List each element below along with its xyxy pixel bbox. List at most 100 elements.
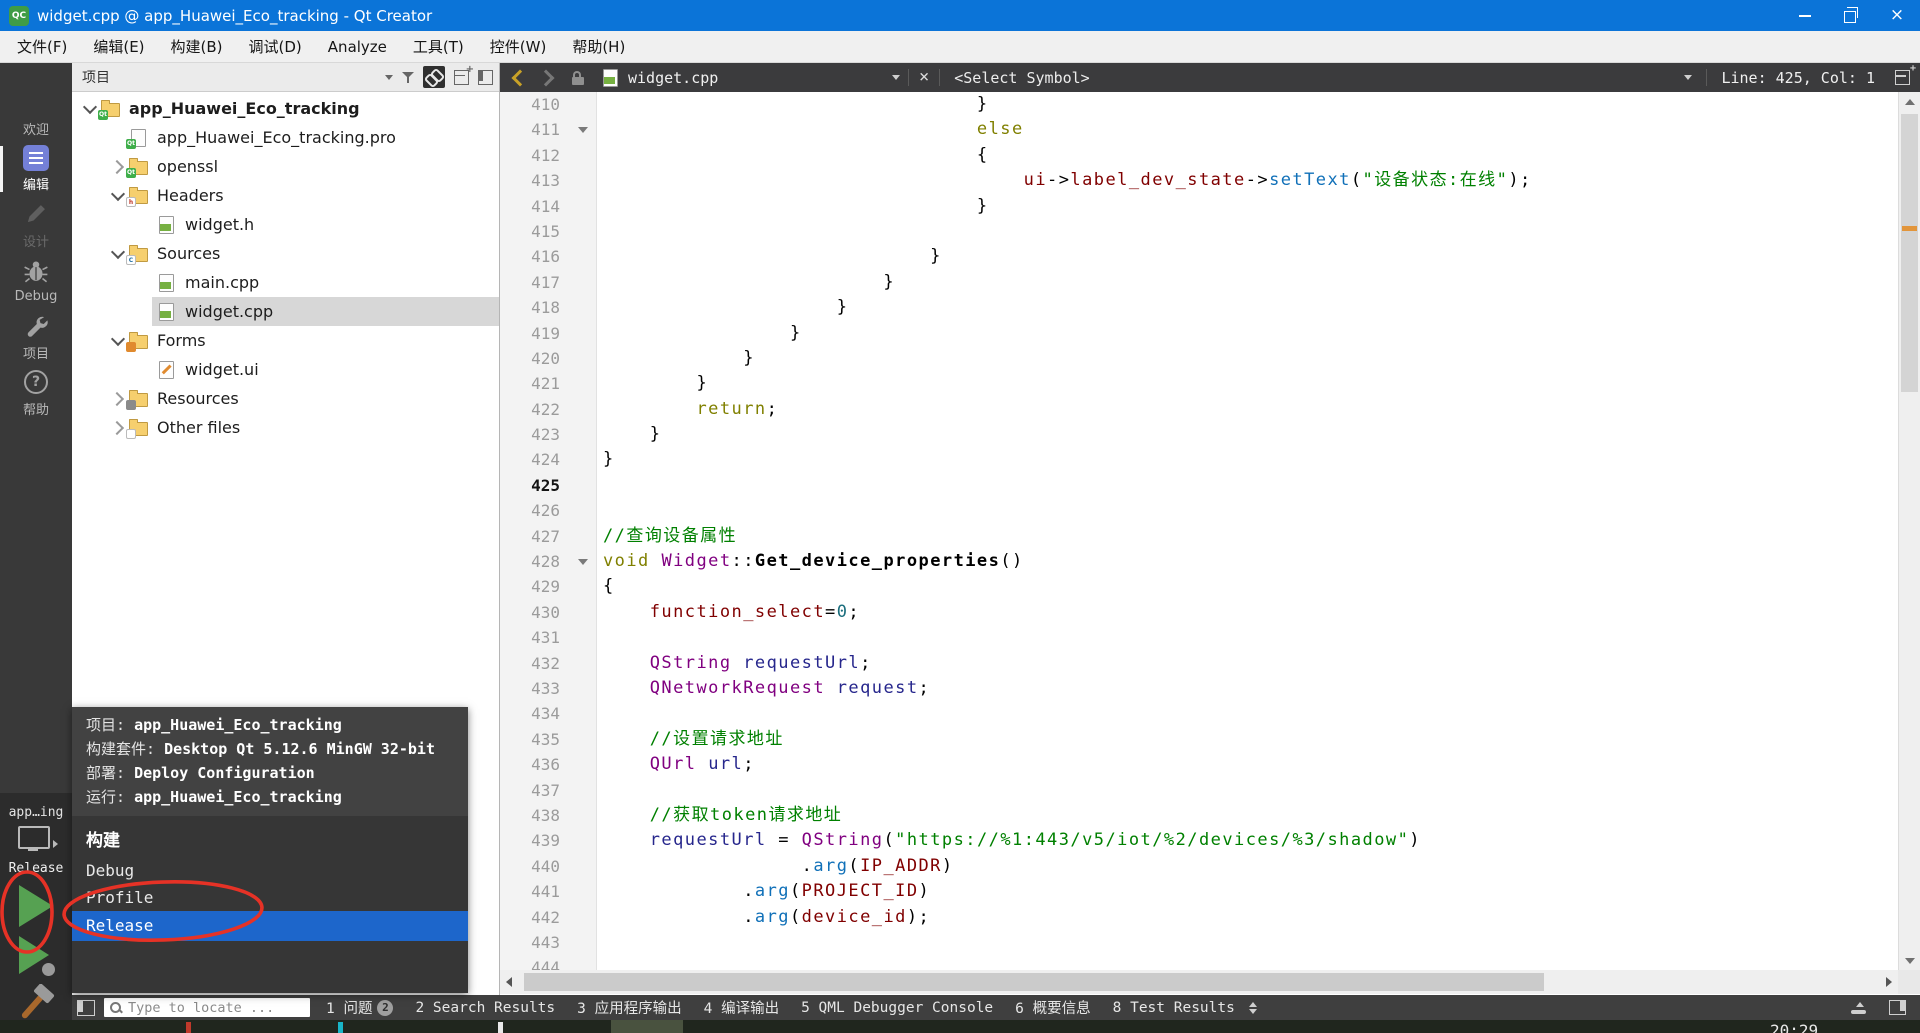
code-line[interactable]: 427 //查询设备属性 bbox=[500, 524, 1898, 549]
horizontal-scroll-thumb[interactable] bbox=[524, 973, 1544, 991]
filter-icon[interactable] bbox=[402, 71, 414, 83]
menu-item-帮助(H)[interactable]: 帮助(H) bbox=[559, 31, 638, 62]
code-text[interactable]: } bbox=[603, 422, 661, 447]
code-text[interactable]: } bbox=[603, 194, 989, 219]
chevron-right-icon[interactable] bbox=[108, 394, 128, 404]
line-number[interactable]: 430 bbox=[500, 600, 570, 625]
line-number[interactable]: 441 bbox=[500, 879, 570, 904]
code-line[interactable]: 424} bbox=[500, 447, 1898, 472]
run-button[interactable] bbox=[19, 885, 53, 927]
line-number[interactable]: 413 bbox=[500, 168, 570, 193]
line-number[interactable]: 417 bbox=[500, 270, 570, 295]
line-number[interactable]: 440 bbox=[500, 854, 570, 879]
code-line[interactable]: 419 } bbox=[500, 321, 1898, 346]
menu-item-构建(B)[interactable]: 构建(B) bbox=[158, 31, 236, 62]
line-number[interactable]: 429 bbox=[500, 574, 570, 599]
code-line[interactable]: 432 QString requestUrl; bbox=[500, 651, 1898, 676]
fold-indicator-icon[interactable] bbox=[570, 117, 596, 142]
code-text[interactable]: } bbox=[603, 92, 989, 117]
chevron-down-icon[interactable] bbox=[80, 106, 100, 112]
line-number[interactable]: 423 bbox=[500, 422, 570, 447]
menu-item-编辑(E)[interactable]: 编辑(E) bbox=[80, 31, 157, 62]
menu-item-debug[interactable]: Debug bbox=[72, 857, 468, 884]
code-text[interactable]: void Widget::Get_device_properties() bbox=[603, 549, 1024, 574]
chevron-down-icon[interactable] bbox=[108, 251, 128, 257]
line-number[interactable]: 425 bbox=[500, 473, 570, 498]
code-text[interactable]: } bbox=[603, 371, 708, 396]
split-panel-icon[interactable] bbox=[454, 70, 469, 85]
mode-welcome[interactable]: 欢迎 bbox=[0, 85, 72, 141]
code-line[interactable]: 421 } bbox=[500, 371, 1898, 396]
code-line[interactable]: 433 QNetworkRequest request; bbox=[500, 676, 1898, 701]
code-text[interactable]: //获取token请求地址 bbox=[603, 803, 842, 828]
code-line[interactable]: 413 ui->label_dev_state->setText("设备状态:在… bbox=[500, 168, 1898, 193]
line-number[interactable]: 421 bbox=[500, 371, 570, 396]
build-button[interactable] bbox=[17, 984, 55, 1020]
code-viewport[interactable]: 410 }411 else412 {413 ui->label_dev_stat… bbox=[500, 92, 1898, 970]
line-number[interactable]: 435 bbox=[500, 727, 570, 752]
code-text[interactable]: } bbox=[603, 321, 802, 346]
code-line[interactable]: 441 .arg(PROJECT_ID) bbox=[500, 879, 1898, 904]
code-line[interactable]: 444 bbox=[500, 955, 1898, 970]
tree-item-Other files[interactable]: Other files bbox=[72, 413, 499, 442]
line-number[interactable]: 432 bbox=[500, 651, 570, 676]
code-line[interactable]: 423 } bbox=[500, 422, 1898, 447]
output-pane-sort-icon[interactable] bbox=[1249, 1002, 1257, 1014]
scroll-right-icon[interactable] bbox=[1886, 977, 1892, 987]
scroll-left-icon[interactable] bbox=[506, 977, 512, 987]
tree-item-app_Huawei_Eco_tracking[interactable]: Qtapp_Huawei_Eco_tracking bbox=[72, 94, 499, 123]
code-text[interactable]: QString requestUrl; bbox=[603, 651, 872, 676]
code-line[interactable]: 418 } bbox=[500, 295, 1898, 320]
code-text[interactable]: //查询设备属性 bbox=[603, 524, 737, 549]
tree-item-widget.cpp[interactable]: widget.cpp bbox=[72, 297, 499, 326]
mode-design[interactable]: 设计 bbox=[0, 197, 72, 253]
line-number[interactable]: 419 bbox=[500, 321, 570, 346]
chevron-right-icon[interactable] bbox=[108, 162, 128, 172]
code-text[interactable]: } bbox=[603, 447, 615, 472]
code-text[interactable]: } bbox=[603, 244, 942, 269]
line-number[interactable]: 436 bbox=[500, 752, 570, 777]
chevron-down-icon[interactable] bbox=[1684, 75, 1692, 80]
line-number[interactable]: 418 bbox=[500, 295, 570, 320]
line-number[interactable]: 431 bbox=[500, 625, 570, 650]
line-number[interactable]: 416 bbox=[500, 244, 570, 269]
open-document-selector[interactable]: widget.cpp bbox=[600, 68, 900, 87]
minimize-button[interactable] bbox=[1782, 0, 1828, 31]
line-number[interactable]: 411 bbox=[500, 117, 570, 142]
code-line[interactable]: 429 { bbox=[500, 574, 1898, 599]
code-text[interactable]: } bbox=[603, 295, 848, 320]
line-number[interactable]: 439 bbox=[500, 828, 570, 853]
locator-input[interactable] bbox=[126, 999, 300, 1017]
code-line[interactable]: 425 bbox=[500, 473, 1898, 498]
line-number[interactable]: 414 bbox=[500, 194, 570, 219]
line-number[interactable]: 424 bbox=[500, 447, 570, 472]
menu-item-Analyze[interactable]: Analyze bbox=[315, 31, 400, 62]
panel-combo-arrow-icon[interactable] bbox=[385, 75, 393, 80]
debug-run-button[interactable] bbox=[19, 936, 53, 976]
line-number[interactable]: 438 bbox=[500, 803, 570, 828]
chevron-down-icon[interactable] bbox=[108, 193, 128, 199]
line-number[interactable]: 442 bbox=[500, 905, 570, 930]
code-line[interactable]: 438 //获取token请求地址 bbox=[500, 803, 1898, 828]
code-text[interactable]: .arg(device_id); bbox=[603, 905, 930, 930]
tree-item-widget.ui[interactable]: widget.ui bbox=[72, 355, 499, 384]
split-editor-icon[interactable] bbox=[1895, 70, 1910, 85]
tree-item-Forms[interactable]: Forms bbox=[72, 326, 499, 355]
menu-item-控件(W)[interactable]: 控件(W) bbox=[477, 31, 560, 62]
code-text[interactable]: } bbox=[603, 270, 895, 295]
line-number[interactable]: 444 bbox=[500, 955, 570, 970]
output-pane-1[interactable]: 1 问题2 bbox=[326, 997, 393, 1018]
line-number[interactable]: 427 bbox=[500, 524, 570, 549]
toggle-left-sidebar-icon[interactable] bbox=[77, 1000, 95, 1016]
line-number[interactable]: 437 bbox=[500, 778, 570, 803]
code-line[interactable]: 428void Widget::Get_device_properties() bbox=[500, 549, 1898, 574]
line-number[interactable]: 410 bbox=[500, 92, 570, 117]
code-text[interactable]: .arg(IP_ADDR) bbox=[603, 854, 954, 879]
code-line[interactable]: 437 bbox=[500, 778, 1898, 803]
maximize-button[interactable] bbox=[1828, 0, 1874, 31]
menu-item-工具(T)[interactable]: 工具(T) bbox=[400, 31, 477, 62]
code-line[interactable]: 426 bbox=[500, 498, 1898, 523]
output-pane-5[interactable]: 5 QML Debugger Console bbox=[801, 1000, 993, 1016]
code-text[interactable]: { bbox=[603, 574, 615, 599]
line-number[interactable]: 422 bbox=[500, 397, 570, 422]
